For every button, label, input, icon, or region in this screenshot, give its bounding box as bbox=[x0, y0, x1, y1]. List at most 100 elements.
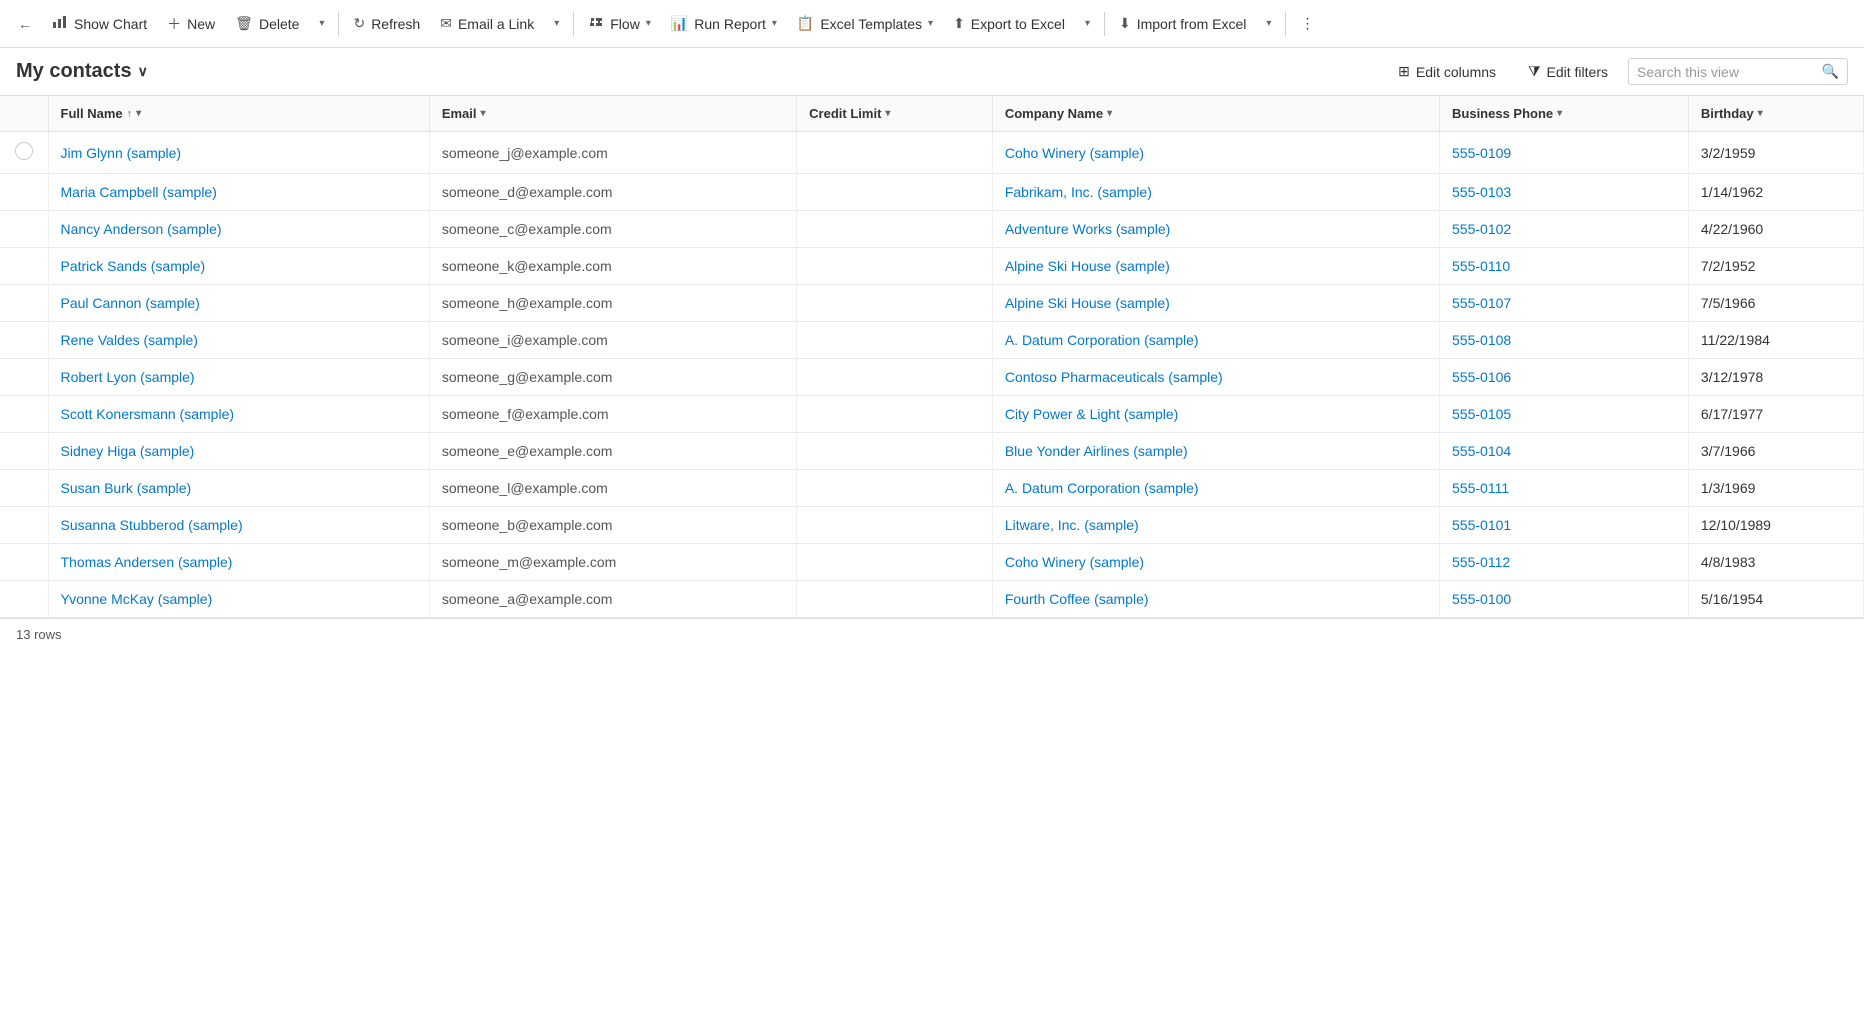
business-phone-cell[interactable]: 555-0110 bbox=[1440, 248, 1689, 285]
birthday-cell: 11/22/1984 bbox=[1688, 322, 1863, 359]
import-icon: ⬇ bbox=[1119, 15, 1131, 32]
table-row: Susanna Stubberod (sample)someone_b@exam… bbox=[0, 507, 1864, 544]
business-phone-cell[interactable]: 555-0106 bbox=[1440, 359, 1689, 396]
credit-limit-cell bbox=[797, 396, 993, 433]
table-row: Scott Konersmann (sample)someone_f@examp… bbox=[0, 396, 1864, 433]
business-phone-cell[interactable]: 555-0102 bbox=[1440, 211, 1689, 248]
business-phone-cell[interactable]: 555-0111 bbox=[1440, 470, 1689, 507]
business-phone-cell[interactable]: 555-0104 bbox=[1440, 433, 1689, 470]
birthday-cell: 7/2/1952 bbox=[1688, 248, 1863, 285]
email-link-label: Email a Link bbox=[458, 16, 534, 32]
import-chevron[interactable]: ▾ bbox=[1256, 12, 1281, 35]
fullname-cell[interactable]: Yvonne McKay (sample) bbox=[48, 581, 429, 618]
birthday-cell: 3/2/1959 bbox=[1688, 132, 1863, 174]
fullname-cell[interactable]: Thomas Andersen (sample) bbox=[48, 544, 429, 581]
table-header: Full Name ↑ ▾ Email ▾ Credit Limit ▾ bbox=[0, 96, 1864, 132]
email-cell: someone_l@example.com bbox=[429, 470, 796, 507]
run-report-button[interactable]: 📊 Run Report ▾ bbox=[661, 9, 787, 38]
delete-chevron[interactable]: ▾ bbox=[309, 12, 334, 35]
credit-limit-cell bbox=[797, 132, 993, 174]
company-name-cell[interactable]: Alpine Ski House (sample) bbox=[992, 285, 1439, 322]
email-cell: someone_a@example.com bbox=[429, 581, 796, 618]
business-phone-cell[interactable]: 555-0100 bbox=[1440, 581, 1689, 618]
run-report-label: Run Report bbox=[694, 16, 766, 32]
business-phone-cell[interactable]: 555-0105 bbox=[1440, 396, 1689, 433]
company-name-cell[interactable]: Adventure Works (sample) bbox=[992, 211, 1439, 248]
fullname-header[interactable]: Full Name ↑ ▾ bbox=[48, 96, 429, 132]
fullname-cell[interactable]: Scott Konersmann (sample) bbox=[48, 396, 429, 433]
business-phone-cell[interactable]: 555-0109 bbox=[1440, 132, 1689, 174]
fullname-cell[interactable]: Maria Campbell (sample) bbox=[48, 174, 429, 211]
birthday-header[interactable]: Birthday ▾ bbox=[1688, 96, 1863, 132]
row-checkbox[interactable] bbox=[15, 142, 33, 160]
company-name-cell[interactable]: A. Datum Corporation (sample) bbox=[992, 470, 1439, 507]
fullname-cell[interactable]: Susan Burk (sample) bbox=[48, 470, 429, 507]
export-excel-button[interactable]: ⬆ Export to Excel bbox=[943, 9, 1075, 38]
email-cell: someone_f@example.com bbox=[429, 396, 796, 433]
email-icon: ✉ bbox=[440, 15, 452, 32]
credit-limit-cell bbox=[797, 433, 993, 470]
email-link-chevron[interactable]: ▾ bbox=[544, 12, 569, 35]
business-phone-cell[interactable]: 555-0103 bbox=[1440, 174, 1689, 211]
search-input[interactable] bbox=[1637, 64, 1822, 80]
company-name-cell[interactable]: Fourth Coffee (sample) bbox=[992, 581, 1439, 618]
business-phone-cell[interactable]: 555-0107 bbox=[1440, 285, 1689, 322]
divider-1 bbox=[338, 12, 339, 36]
chevron-down-icon-7: ▾ bbox=[1266, 18, 1271, 29]
email-header[interactable]: Email ▾ bbox=[429, 96, 796, 132]
company-name-cell[interactable]: City Power & Light (sample) bbox=[992, 396, 1439, 433]
birthday-cell: 5/16/1954 bbox=[1688, 581, 1863, 618]
email-cell: someone_d@example.com bbox=[429, 174, 796, 211]
flow-button[interactable]: Flow ▾ bbox=[578, 8, 661, 39]
company-name-cell[interactable]: Coho Winery (sample) bbox=[992, 544, 1439, 581]
fullname-cell[interactable]: Nancy Anderson (sample) bbox=[48, 211, 429, 248]
business-phone-header[interactable]: Business Phone ▾ bbox=[1440, 96, 1689, 132]
fullname-cell[interactable]: Jim Glynn (sample) bbox=[48, 132, 429, 174]
business-phone-cell[interactable]: 555-0108 bbox=[1440, 322, 1689, 359]
export-chevron[interactable]: ▾ bbox=[1075, 12, 1100, 35]
fullname-cell[interactable]: Rene Valdes (sample) bbox=[48, 322, 429, 359]
fullname-cell[interactable]: Susanna Stubberod (sample) bbox=[48, 507, 429, 544]
chevron-down-icon-6: ▾ bbox=[1085, 18, 1090, 29]
back-button[interactable]: ← bbox=[8, 10, 42, 38]
fullname-cell[interactable]: Paul Cannon (sample) bbox=[48, 285, 429, 322]
fullname-cell[interactable]: Robert Lyon (sample) bbox=[48, 359, 429, 396]
birthday-cell: 4/8/1983 bbox=[1688, 544, 1863, 581]
more-icon: ⋮ bbox=[1300, 15, 1314, 32]
delete-button[interactable]: 🗑 Delete bbox=[225, 9, 309, 38]
table-row: Jim Glynn (sample)someone_j@example.comC… bbox=[0, 132, 1864, 174]
import-excel-button[interactable]: ⬇ Import from Excel bbox=[1109, 9, 1256, 38]
excel-templates-button[interactable]: 📋 Excel Templates ▾ bbox=[787, 9, 943, 38]
refresh-button[interactable]: ↻ Refresh bbox=[343, 9, 430, 38]
show-chart-button[interactable]: Show Chart bbox=[42, 8, 157, 39]
company-name-cell[interactable]: Coho Winery (sample) bbox=[992, 132, 1439, 174]
company-name-cell[interactable]: Blue Yonder Airlines (sample) bbox=[992, 433, 1439, 470]
credit-limit-cell bbox=[797, 470, 993, 507]
edit-columns-button[interactable]: ⊞ Edit columns bbox=[1386, 57, 1508, 86]
company-name-cell[interactable]: Alpine Ski House (sample) bbox=[992, 248, 1439, 285]
refresh-icon: ↻ bbox=[353, 15, 365, 32]
company-name-cell[interactable]: Litware, Inc. (sample) bbox=[992, 507, 1439, 544]
birthday-cell: 3/7/1966 bbox=[1688, 433, 1863, 470]
birthday-cell: 7/5/1966 bbox=[1688, 285, 1863, 322]
business-phone-cell[interactable]: 555-0101 bbox=[1440, 507, 1689, 544]
checkbox-header[interactable] bbox=[0, 96, 48, 132]
title-chevron[interactable]: ∨ bbox=[138, 63, 148, 80]
edit-filters-button[interactable]: ⧩ Edit filters bbox=[1516, 57, 1620, 86]
company-name-cell[interactable]: A. Datum Corporation (sample) bbox=[992, 322, 1439, 359]
company-name-cell[interactable]: Contoso Pharmaceuticals (sample) bbox=[992, 359, 1439, 396]
new-button[interactable]: ＋ New bbox=[157, 8, 225, 40]
back-icon: ← bbox=[18, 16, 32, 32]
table-row: Robert Lyon (sample)someone_g@example.co… bbox=[0, 359, 1864, 396]
company-name-cell[interactable]: Fabrikam, Inc. (sample) bbox=[992, 174, 1439, 211]
fullname-cell[interactable]: Sidney Higa (sample) bbox=[48, 433, 429, 470]
chart-icon bbox=[52, 14, 68, 33]
fullname-cell[interactable]: Patrick Sands (sample) bbox=[48, 248, 429, 285]
chevron-down-icon-3: ▾ bbox=[646, 18, 651, 29]
search-box[interactable]: 🔍 bbox=[1628, 58, 1848, 85]
credit-limit-header[interactable]: Credit Limit ▾ bbox=[797, 96, 993, 132]
company-name-header[interactable]: Company Name ▾ bbox=[992, 96, 1439, 132]
email-link-button[interactable]: ✉ Email a Link bbox=[430, 9, 544, 38]
business-phone-cell[interactable]: 555-0112 bbox=[1440, 544, 1689, 581]
more-button[interactable]: ⋮ bbox=[1290, 9, 1324, 38]
